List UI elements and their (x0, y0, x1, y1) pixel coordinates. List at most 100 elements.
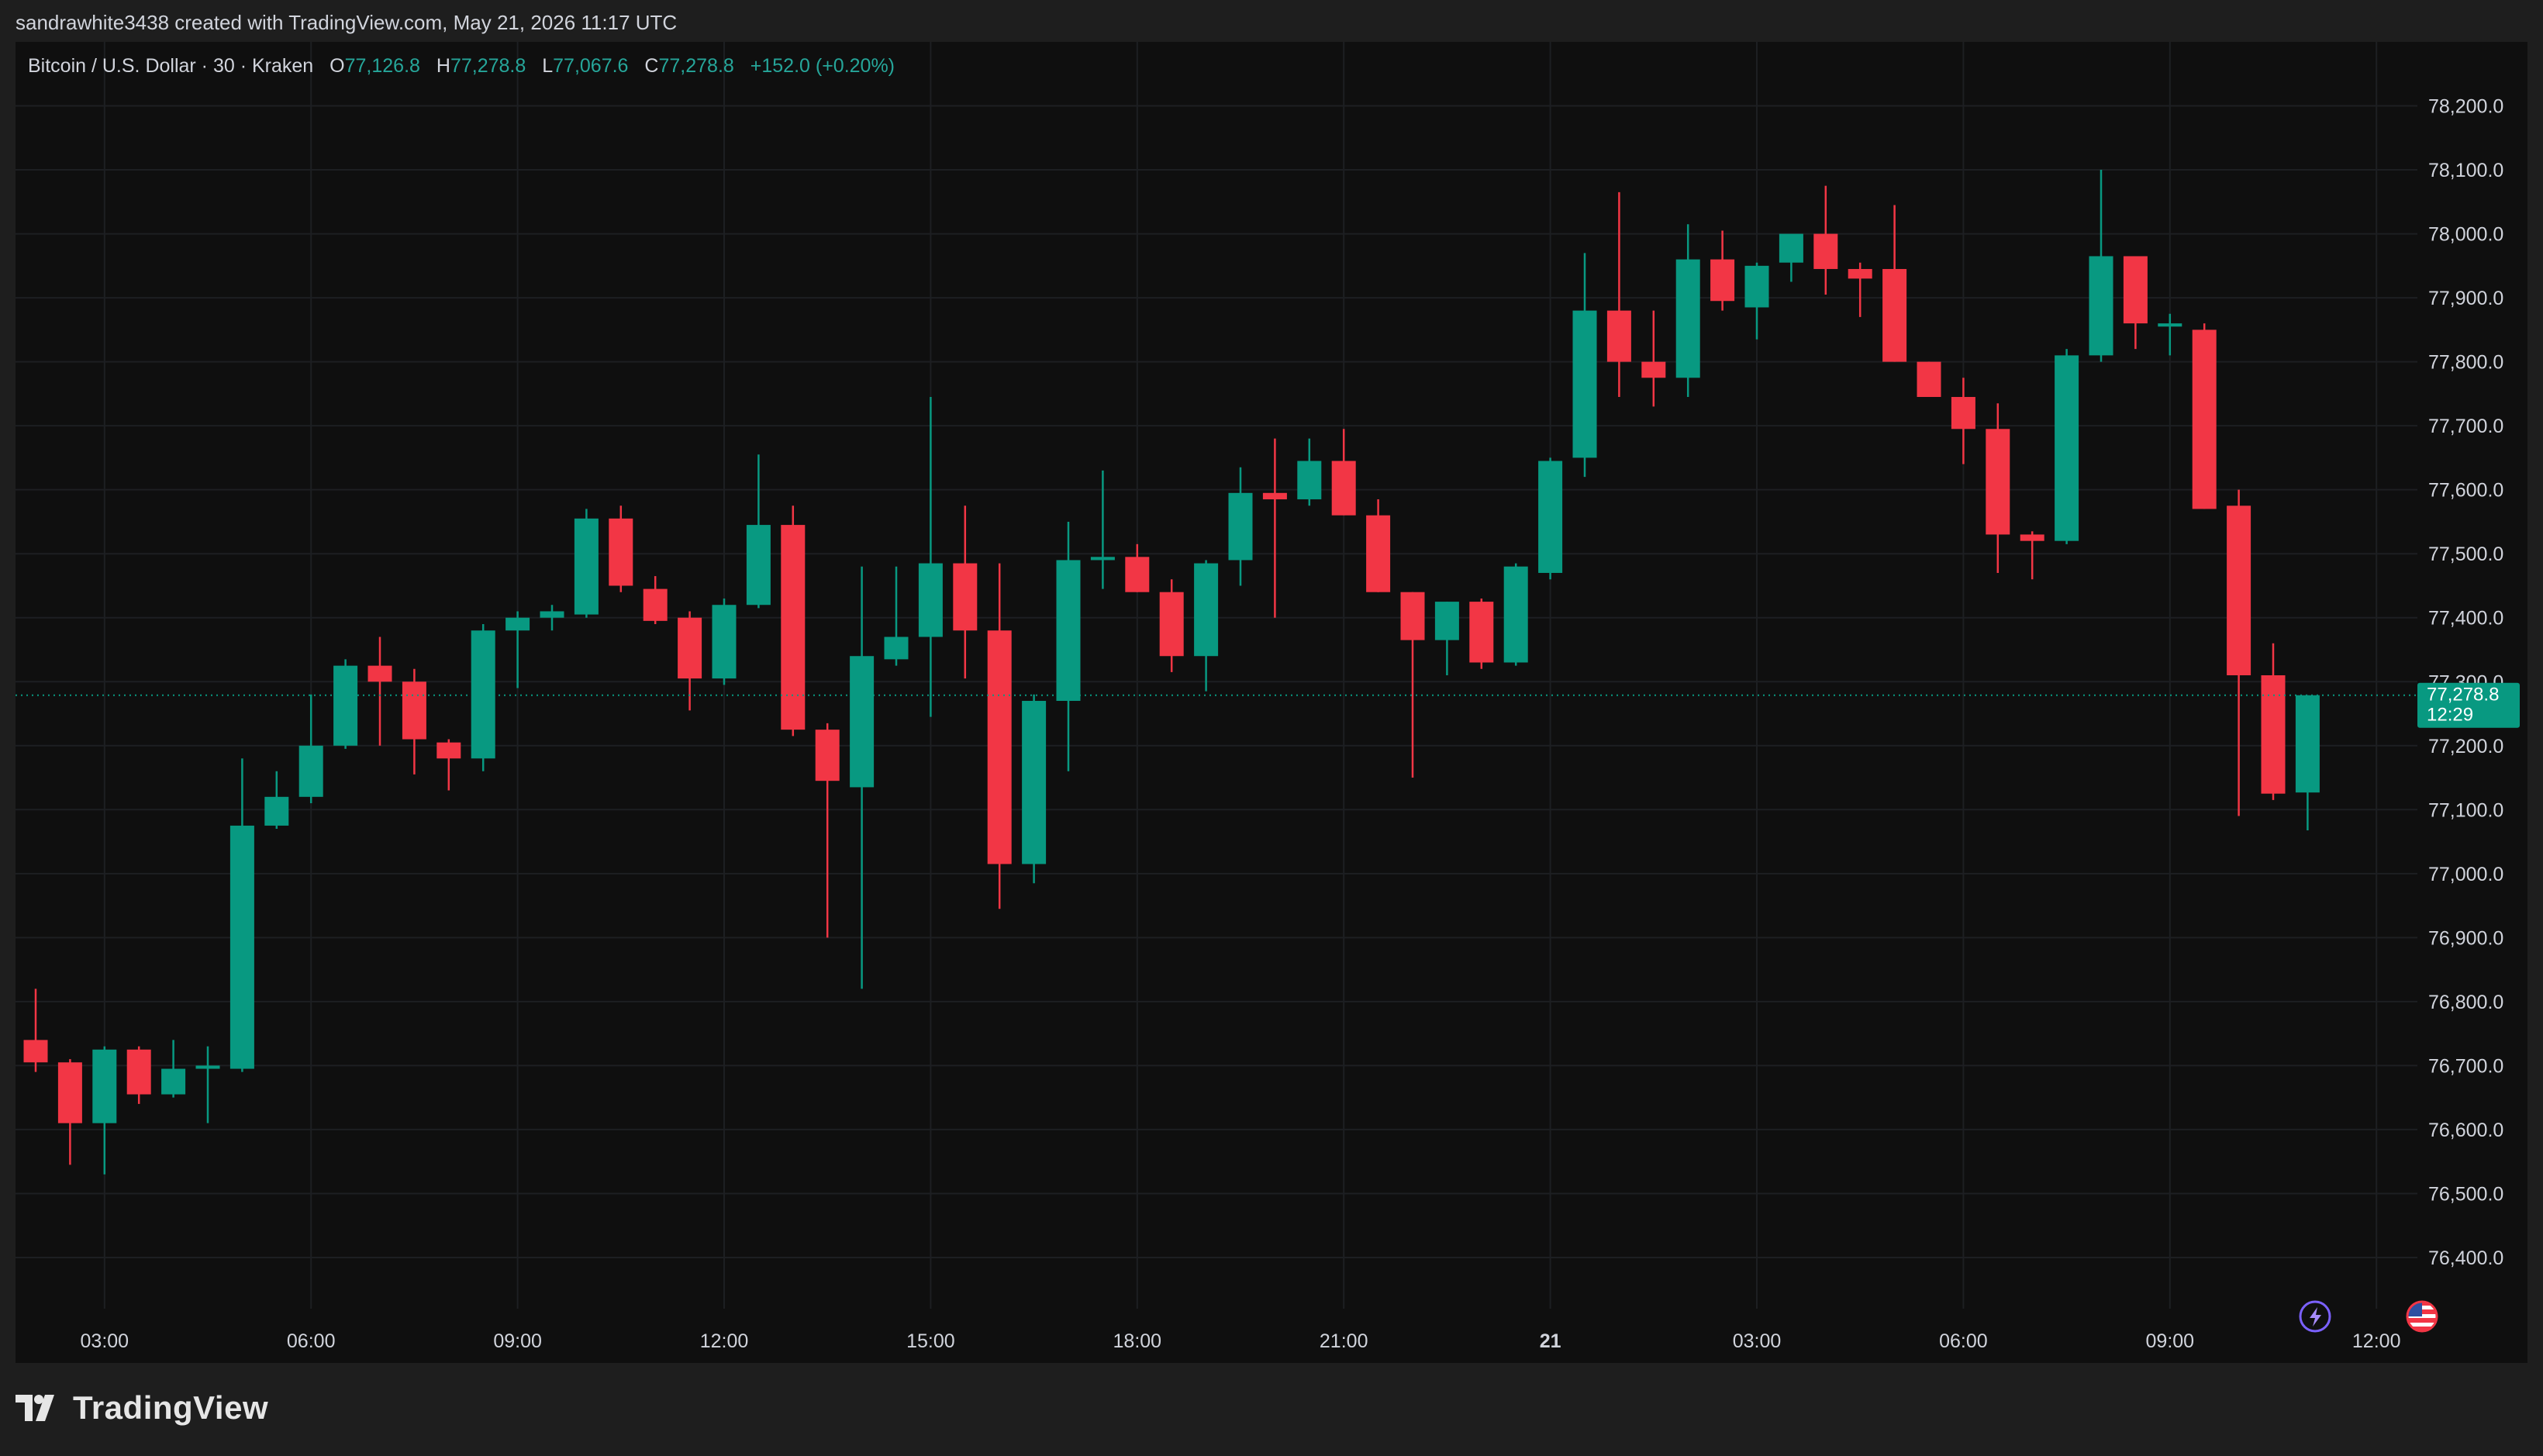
candle-body (1159, 592, 1184, 657)
candle-body (781, 525, 806, 730)
candle-body (850, 656, 875, 788)
snapshot-attribution: sandrawhite3438 created with TradingView… (16, 11, 678, 34)
candle-body (884, 637, 909, 660)
candle (195, 1046, 220, 1123)
candle (1641, 310, 1666, 407)
candle-body (1297, 461, 1322, 500)
candle (574, 509, 599, 618)
candle-body (1951, 397, 1975, 430)
high-label: H (436, 55, 450, 77)
candle (815, 723, 840, 938)
candle (2227, 489, 2251, 816)
candle-body (1848, 268, 1872, 279)
candle (1606, 191, 1631, 398)
candle (987, 563, 1012, 909)
candle (229, 758, 254, 1072)
candle-body (1710, 259, 1735, 302)
candle (2089, 170, 2113, 362)
candle-body (1262, 492, 1287, 500)
price-tick-label: 76,900.0 (2428, 927, 2503, 949)
candle (918, 397, 943, 717)
candle-body (746, 525, 771, 606)
open-value: 77,126.8 (345, 55, 420, 77)
candle (1572, 253, 1597, 478)
candle (1400, 592, 1425, 778)
candle-body (1125, 557, 1150, 592)
price-tick-label: 77,400.0 (2428, 608, 2503, 630)
price-tick-label: 76,800.0 (2428, 992, 2503, 1013)
candle (643, 576, 668, 624)
candle-body (126, 1049, 151, 1095)
high-value: 77,278.8 (450, 55, 526, 77)
candle (1779, 233, 1803, 282)
candle (1710, 230, 1735, 311)
candle (1262, 438, 1287, 618)
candle-body (2055, 355, 2079, 541)
time-tick-label: 03:00 (1733, 1330, 1782, 1352)
price-axis[interactable]: 76,400.0 76,500.0 76,600.0 76,700.0 76,800.0… (2428, 96, 2503, 1269)
candle (2123, 256, 2148, 350)
candle (402, 668, 426, 775)
time-tick-label: 03:00 (81, 1330, 129, 1352)
candle-body (298, 745, 323, 797)
candle-body (1813, 233, 1838, 269)
candle-body (540, 611, 564, 618)
candle-body (1194, 563, 1219, 657)
candle (57, 1059, 82, 1165)
candle-body (2123, 256, 2148, 324)
candle (1125, 543, 1150, 592)
candle-body (2158, 323, 2182, 327)
candle (609, 505, 633, 592)
time-tick-label: 15:00 (906, 1330, 955, 1352)
candle-body (195, 1065, 220, 1069)
lightning-icon[interactable] (2299, 1300, 2331, 1333)
us-flag-icon[interactable] (2406, 1300, 2438, 1333)
candle-body (1022, 701, 1047, 864)
chart-panel[interactable]: 76,400.0 76,500.0 76,600.0 76,700.0 76,800.0… (16, 42, 2527, 1363)
candle-body (1400, 592, 1425, 640)
candle-body (229, 825, 254, 1069)
time-tick-label: 12:00 (2352, 1330, 2401, 1352)
candle-body (2089, 256, 2113, 356)
candle (333, 659, 358, 749)
price-tick-label: 76,500.0 (2428, 1183, 2503, 1205)
candle-body (1779, 233, 1803, 263)
candle (1917, 361, 1941, 398)
candle (1675, 224, 1700, 398)
candle (2192, 323, 2217, 509)
change-value: +152.0 (+0.20%) (750, 55, 895, 77)
candle-body (92, 1049, 117, 1123)
tradingview-brand[interactable]: TradingView (16, 1380, 268, 1436)
candle (161, 1040, 186, 1098)
candle-body (333, 665, 358, 746)
candle-body (161, 1068, 186, 1095)
candle (1744, 262, 1769, 340)
candle (1228, 467, 1253, 586)
candle-body (1675, 259, 1700, 378)
candle (781, 505, 806, 737)
candle (2055, 349, 2079, 544)
time-tick-label: 21 (1540, 1330, 1561, 1352)
candle (1090, 470, 1115, 589)
candle (126, 1046, 151, 1104)
symbol-label: Bitcoin / U.S. Dollar · 30 · Kraken (28, 55, 313, 77)
candle (1194, 560, 1219, 692)
candle-body (367, 665, 392, 682)
candle-body (1056, 560, 1081, 702)
price-tick-label: 77,200.0 (2428, 736, 2503, 757)
time-axis[interactable]: 03:00 06:00 09:00 12:00 15:00 18:00 21:00 21 03:… (81, 1330, 2401, 1352)
candle (1986, 403, 2010, 573)
candle (850, 566, 875, 989)
low-value: 77,067.6 (553, 55, 628, 77)
candle (1882, 205, 1907, 362)
candle-body (1986, 429, 2010, 535)
candle-body (2295, 695, 2320, 793)
candle-body (1606, 310, 1631, 362)
candle-body (2227, 505, 2251, 675)
candle-body (2261, 675, 2286, 794)
last-price-badge[interactable]: 77,278.8 12:29 (2417, 682, 2520, 728)
candle-body (1434, 602, 1459, 640)
candlestick-chart[interactable]: 76,400.0 76,500.0 76,600.0 76,700.0 76,800.0… (16, 42, 2527, 1363)
candle-body (1744, 265, 1769, 308)
price-tick-label: 77,600.0 (2428, 480, 2503, 502)
